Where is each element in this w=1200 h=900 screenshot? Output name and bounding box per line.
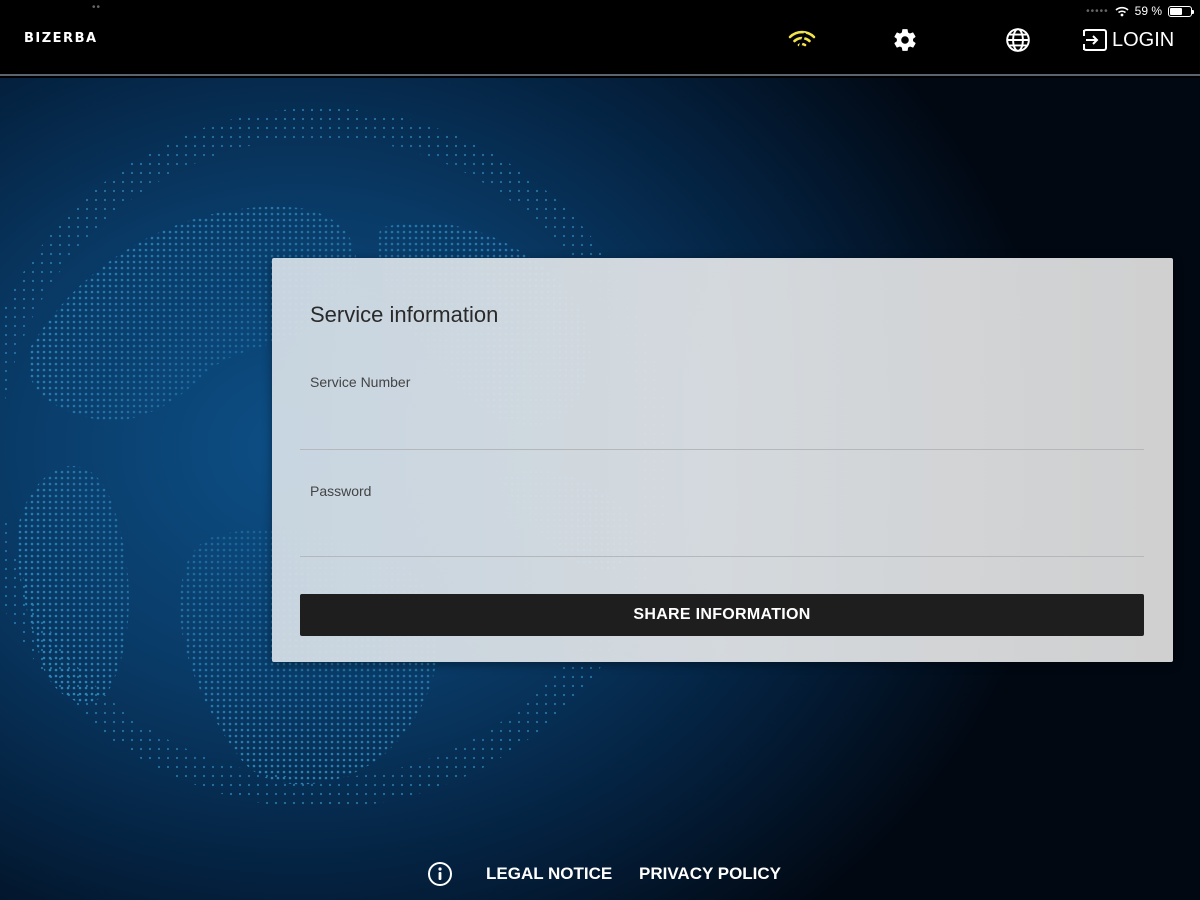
gear-icon[interactable]	[891, 26, 919, 54]
password-label: Password	[310, 483, 372, 499]
app-window: •• ••••• 59 % BIZERBA LOGIN Service info…	[0, 0, 1200, 900]
password-input[interactable]	[300, 517, 1144, 557]
login-icon	[1082, 29, 1107, 51]
footer: LEGAL NOTICE PRIVACY POLICY	[0, 860, 1200, 888]
service-number-label: Service Number	[310, 374, 411, 390]
share-information-button[interactable]: SHARE INFORMATION	[300, 594, 1144, 636]
privacy-policy-link[interactable]: PRIVACY POLICY	[639, 864, 781, 884]
login-button[interactable]: LOGIN	[1082, 26, 1174, 54]
card-title: Service information	[310, 302, 499, 327]
login-label: LOGIN	[1112, 28, 1175, 51]
service-information-card: Service information Service Number Passw…	[272, 258, 1173, 662]
app-header: BIZERBA LOGIN	[0, 0, 1200, 76]
legal-notice-link[interactable]: LEGAL NOTICE	[486, 864, 612, 884]
service-number-input[interactable]	[300, 410, 1144, 450]
wifi-signal-icon[interactable]	[788, 26, 816, 54]
info-icon[interactable]	[427, 861, 453, 887]
bizerba-logo: BIZERBA	[24, 31, 98, 46]
globe-icon[interactable]	[1004, 26, 1032, 54]
